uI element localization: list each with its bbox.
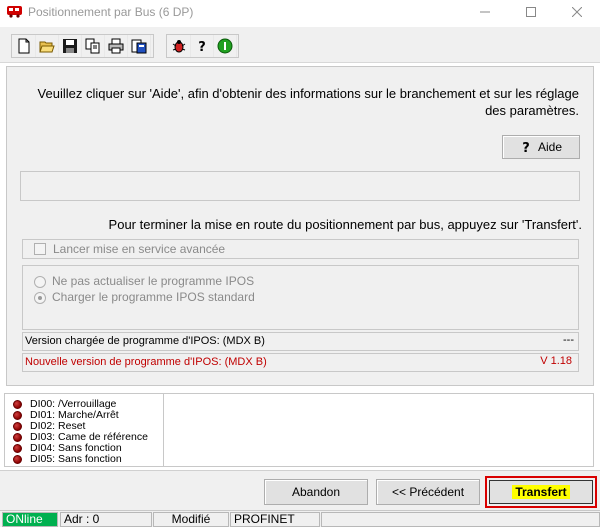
new-version-row: Nouvelle version de programme d'IPOS: (M… bbox=[22, 353, 579, 372]
help-icon: ? bbox=[198, 40, 206, 54]
minimize-button[interactable] bbox=[462, 0, 508, 24]
close-button[interactable] bbox=[554, 0, 600, 24]
led-icon bbox=[13, 455, 22, 464]
maximize-icon bbox=[526, 7, 536, 17]
close-icon bbox=[572, 7, 582, 17]
previous-button[interactable]: << Précédent bbox=[376, 479, 480, 505]
transfer-button-label: Transfert bbox=[512, 485, 570, 499]
file-toolbar-group bbox=[11, 34, 154, 58]
online-status: ONline bbox=[2, 512, 58, 527]
export-button[interactable] bbox=[128, 35, 151, 57]
advanced-setup-label: Lancer mise en service avancée bbox=[53, 242, 226, 256]
transfer-instruction: Pour terminer la mise en route du positi… bbox=[108, 217, 582, 232]
advanced-setup-box: Lancer mise en service avancée bbox=[22, 239, 579, 259]
aide-button-label: Aide bbox=[537, 140, 563, 154]
info-text: Veuillez cliquer sur 'Aide', afin d'obte… bbox=[37, 86, 579, 118]
loaded-version-label: Version chargée de programme d'IPOS: (MD… bbox=[25, 335, 265, 347]
digital-inputs-detail bbox=[164, 393, 594, 467]
wizard-button-bar: Abandon << Précédent Transfert bbox=[0, 470, 600, 510]
address-status: Adr : 0 bbox=[60, 512, 152, 527]
abandon-button[interactable]: Abandon bbox=[264, 479, 368, 505]
radio-load-standard-label: Charger le programme IPOS standard bbox=[52, 290, 255, 304]
minimize-icon bbox=[480, 11, 490, 13]
save-button[interactable] bbox=[59, 35, 82, 57]
ipos-program-options: Ne pas actualiser le programme IPOS Char… bbox=[22, 265, 579, 330]
open-folder-icon bbox=[39, 41, 55, 53]
di-label: Sans fonction bbox=[58, 453, 122, 465]
maximize-button[interactable] bbox=[508, 0, 554, 24]
network-status: PROFINET bbox=[230, 512, 320, 527]
loaded-version-row: Version chargée de programme d'IPOS: (MD… bbox=[22, 332, 579, 351]
copy-document-icon bbox=[85, 38, 100, 54]
status-bar: ONline Adr : 0 Modifié PROFINET bbox=[0, 510, 600, 527]
copy-document-button[interactable] bbox=[82, 35, 105, 57]
toolbar: ? bbox=[0, 27, 600, 63]
export-icon bbox=[131, 39, 147, 54]
svg-text:?: ? bbox=[522, 141, 530, 154]
debug-button[interactable] bbox=[168, 35, 191, 57]
info-button[interactable] bbox=[214, 35, 237, 57]
bus-app-icon bbox=[7, 6, 22, 18]
main-panel: Veuillez cliquer sur 'Aide', afin d'obte… bbox=[6, 66, 594, 386]
info-icon bbox=[217, 38, 233, 54]
led-icon bbox=[13, 400, 22, 409]
status-field bbox=[20, 171, 580, 201]
radio-load-standard[interactable] bbox=[34, 292, 46, 304]
title-bar: Positionnement par Bus (6 DP) bbox=[0, 0, 600, 24]
led-icon bbox=[13, 422, 22, 431]
save-icon bbox=[63, 39, 77, 53]
help-icon: ? bbox=[522, 141, 530, 154]
led-icon bbox=[13, 433, 22, 442]
bug-icon bbox=[172, 40, 186, 53]
print-icon bbox=[108, 38, 124, 54]
radio-no-update-label: Ne pas actualiser le programme IPOS bbox=[52, 274, 255, 288]
new-version-value: V 1.18 bbox=[540, 355, 572, 367]
advanced-setup-checkbox[interactable] bbox=[34, 243, 46, 255]
new-file-icon bbox=[18, 38, 30, 54]
di-id: DI05: bbox=[30, 453, 56, 465]
radio-no-update[interactable] bbox=[34, 276, 46, 288]
transfer-button[interactable]: Transfert bbox=[489, 480, 593, 504]
svg-text:?: ? bbox=[198, 40, 206, 54]
new-version-label: Nouvelle version de programme d'IPOS: (M… bbox=[25, 356, 267, 368]
led-icon bbox=[13, 444, 22, 453]
help-button[interactable]: ? bbox=[191, 35, 214, 57]
status-extra bbox=[321, 512, 600, 527]
digital-inputs-panel: DI00: /Verrouillage DI01: Marche/Arrêt D… bbox=[4, 393, 164, 467]
aide-button[interactable]: ? Aide bbox=[502, 135, 580, 159]
led-icon bbox=[13, 411, 22, 420]
window-title: Positionnement par Bus (6 DP) bbox=[28, 5, 194, 19]
di-item: DI05: Sans fonction bbox=[13, 454, 122, 465]
transfer-highlight-frame: Transfert bbox=[485, 476, 597, 508]
help-toolbar-group: ? bbox=[166, 34, 239, 58]
new-file-button[interactable] bbox=[13, 35, 36, 57]
modified-status: Modifié bbox=[153, 512, 229, 527]
open-folder-button[interactable] bbox=[36, 35, 59, 57]
loaded-version-value: --- bbox=[563, 334, 574, 346]
print-button[interactable] bbox=[105, 35, 128, 57]
